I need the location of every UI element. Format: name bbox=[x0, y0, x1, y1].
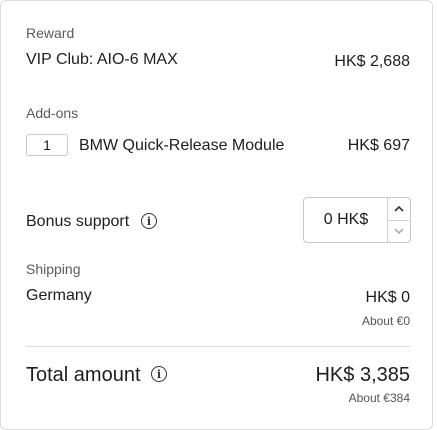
total-label: Total amount bbox=[26, 364, 141, 386]
increment-button[interactable] bbox=[388, 198, 409, 221]
total-info-icon[interactable]: i bbox=[151, 366, 167, 382]
bonus-support-input[interactable]: 0 HK$ bbox=[303, 197, 411, 243]
shipping-price: HK$ 0 bbox=[365, 289, 410, 306]
shipping-destination: Germany bbox=[26, 287, 92, 304]
info-icon[interactable]: i bbox=[141, 213, 157, 229]
decrement-button[interactable] bbox=[388, 220, 409, 241]
addons-section-label: Add-ons bbox=[26, 105, 79, 121]
bonus-support-value[interactable]: 0 HK$ bbox=[304, 198, 388, 242]
total-price: HK$ 3,385 bbox=[315, 364, 410, 386]
chevron-down-icon bbox=[393, 227, 404, 234]
reward-name: VIP Club: AIO-6 MAX bbox=[26, 51, 178, 68]
bonus-support-label: Bonus support bbox=[26, 213, 130, 230]
shipping-section-label: Shipping bbox=[26, 261, 81, 277]
reward-price: HK$ 2,688 bbox=[334, 53, 410, 70]
addon-price: HK$ 697 bbox=[347, 137, 410, 154]
reward-section-label: Reward bbox=[26, 25, 75, 41]
shipping-approx: About €0 bbox=[361, 314, 410, 328]
bonus-stepper bbox=[387, 198, 410, 242]
pledge-summary-card: Reward VIP Club: AIO-6 MAX HK$ 2,688 Add… bbox=[0, 0, 433, 430]
chevron-up-icon bbox=[393, 205, 404, 212]
addon-name: BMW Quick-Release Module bbox=[79, 137, 285, 154]
divider bbox=[26, 346, 411, 347]
total-approx: About €384 bbox=[348, 391, 410, 405]
addon-quantity-input[interactable]: 1 bbox=[26, 134, 68, 156]
